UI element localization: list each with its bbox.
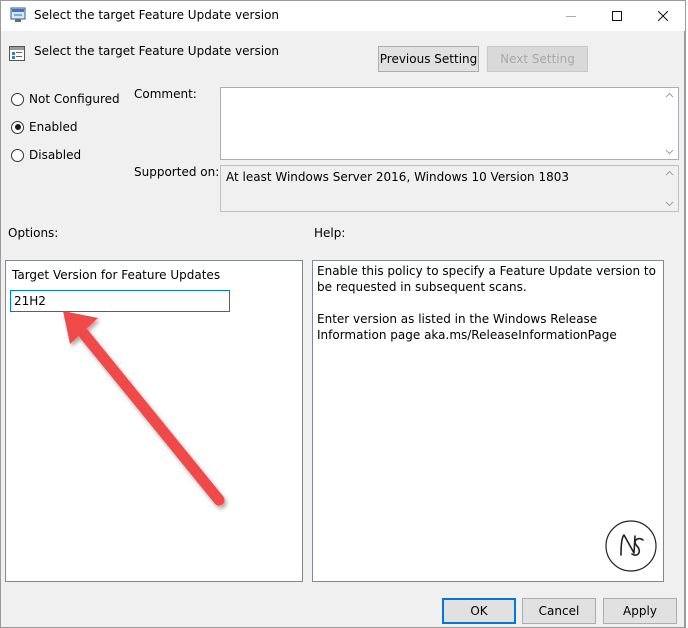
comment-label: Comment: bbox=[134, 87, 197, 101]
scroll-up-icon[interactable] bbox=[665, 169, 674, 178]
radio-disabled[interactable]: Disabled bbox=[11, 147, 81, 163]
help-text: Enable this policy to specify a Feature … bbox=[317, 263, 662, 359]
scroll-down-icon[interactable] bbox=[665, 147, 674, 156]
radio-circle[interactable] bbox=[11, 148, 24, 162]
maximize-button[interactable] bbox=[594, 1, 640, 31]
help-paragraph: Enter version as listed in the Windows R… bbox=[317, 312, 617, 342]
apply-button[interactable]: Apply bbox=[603, 598, 677, 624]
radio-enabled[interactable]: Enabled bbox=[11, 119, 78, 135]
comment-textbox[interactable] bbox=[220, 87, 679, 160]
radio-circle[interactable] bbox=[11, 92, 24, 106]
policy-setting-icon bbox=[9, 46, 25, 61]
radio-circle-selected[interactable] bbox=[11, 120, 24, 134]
title-bar[interactable]: Select the target Feature Update version bbox=[1, 1, 685, 31]
radio-not-configured[interactable]: Not Configured bbox=[11, 91, 120, 107]
scroll-up-icon[interactable] bbox=[665, 91, 674, 100]
radio-label: Enabled bbox=[29, 120, 78, 134]
window-title: Select the target Feature Update version bbox=[34, 8, 280, 22]
previous-setting-button[interactable]: Previous Setting bbox=[378, 46, 479, 72]
radio-label: Disabled bbox=[29, 148, 82, 162]
options-panel: Target Version for Feature Updates 21H2 bbox=[5, 260, 303, 582]
target-version-input[interactable]: 21H2 bbox=[10, 290, 230, 312]
options-heading: Options: bbox=[8, 226, 59, 240]
close-button[interactable] bbox=[640, 1, 686, 31]
next-setting-button[interactable]: Next Setting bbox=[487, 46, 588, 72]
cancel-button[interactable]: Cancel bbox=[522, 598, 596, 624]
policy-dialog-window: Select the target Feature Update version… bbox=[0, 0, 686, 628]
help-heading: Help: bbox=[314, 226, 346, 240]
help-paragraph: Enable this policy to specify a Feature … bbox=[317, 264, 656, 294]
minimize-icon bbox=[566, 16, 576, 17]
policy-title: Select the target Feature Update version bbox=[34, 44, 280, 58]
supported-on-box: At least Windows Server 2016, Windows 10… bbox=[220, 165, 679, 212]
maximize-icon bbox=[612, 11, 622, 21]
supported-on-value: At least Windows Server 2016, Windows 10… bbox=[226, 170, 570, 184]
scroll-down-icon[interactable] bbox=[665, 199, 674, 208]
comment-scrollbar[interactable] bbox=[661, 88, 678, 159]
group-policy-app-icon bbox=[10, 7, 26, 22]
ok-button[interactable]: OK bbox=[442, 598, 516, 624]
supported-scrollbar[interactable] bbox=[661, 166, 678, 211]
watermark-logo bbox=[605, 520, 657, 572]
close-icon bbox=[658, 11, 668, 21]
minimize-button[interactable] bbox=[548, 1, 594, 31]
supported-on-label: Supported on: bbox=[134, 165, 220, 179]
radio-label: Not Configured bbox=[29, 92, 120, 106]
target-version-label: Target Version for Feature Updates bbox=[12, 268, 221, 282]
